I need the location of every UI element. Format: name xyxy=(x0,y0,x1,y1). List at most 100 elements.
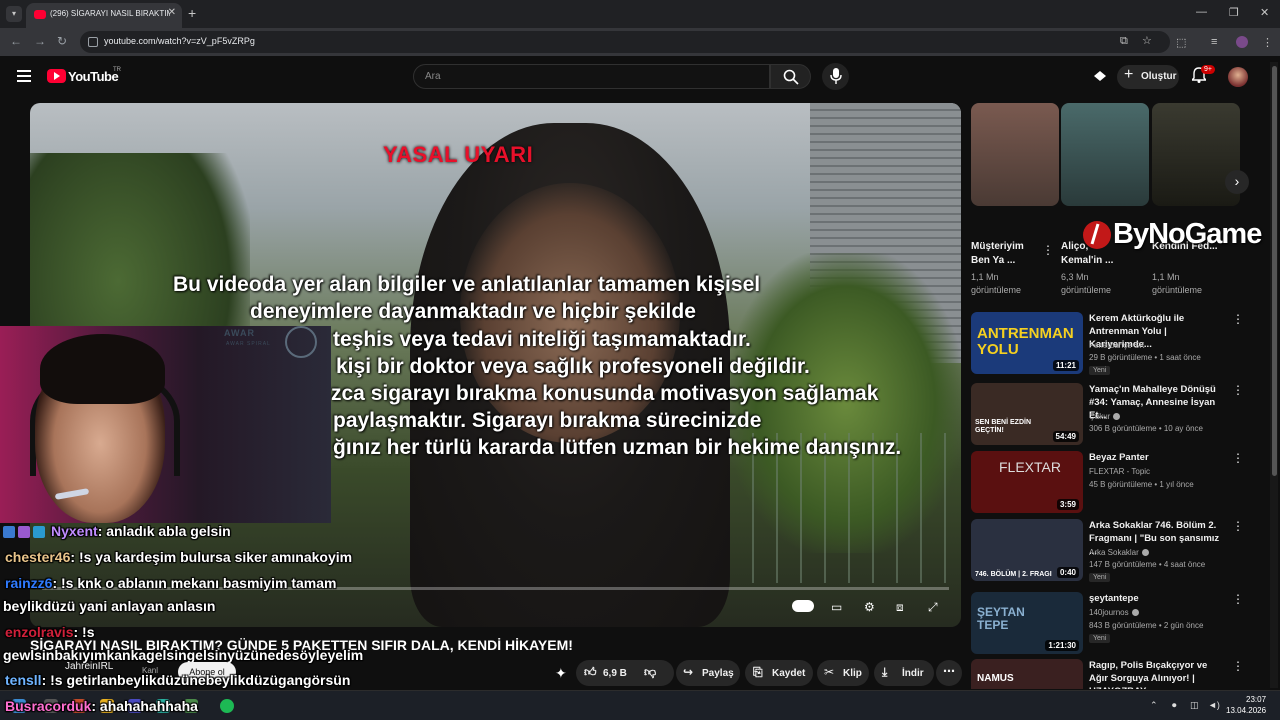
video-title[interactable]: Beyaz Panter xyxy=(1089,451,1224,464)
save-button[interactable]: ⎘ Kaydet xyxy=(745,660,813,686)
more-vert-icon[interactable]: ⋮ xyxy=(1042,243,1054,257)
watermark-text: ByNoGame xyxy=(1113,218,1262,250)
microphone-tray-icon[interactable]: ⏺ xyxy=(1172,700,1177,711)
youtube-logo-text[interactable]: YouTube xyxy=(68,69,119,84)
clip-button[interactable]: ✂ Klip xyxy=(817,660,869,686)
url-text[interactable]: youtube.com/watch?v=zV_pF5vZRPg xyxy=(104,36,255,46)
browser-tab-bar: ▾ (296) SİGARAYI NASIL BIRAKTIM ✕ + — ❐ … xyxy=(0,0,1280,28)
chat-username: tensll xyxy=(5,672,42,688)
like-icon[interactable]: 👍︎ xyxy=(584,665,597,680)
more-vert-icon[interactable]: ⋮ xyxy=(1232,592,1244,606)
scrollbar-thumb[interactable] xyxy=(1272,66,1277,476)
short-views: 1,1 Mn görüntüleme xyxy=(1152,272,1203,295)
channel-name[interactable]: JahreinIRL xyxy=(65,661,113,672)
browser-menu-icon[interactable]: ⋮ xyxy=(1262,36,1273,49)
channel-name[interactable]: Çukur xyxy=(1089,412,1121,421)
video-duration: 1:21:30 xyxy=(1045,640,1079,651)
tab-title: (296) SİGARAYI NASIL BIRAKTIM xyxy=(50,9,170,18)
recommended-video[interactable]: ŞEYTAN TEPE 1:21:30 şeytantepe 140journo… xyxy=(971,592,1244,654)
channel-name[interactable]: FLEXTAR - Topic xyxy=(1089,467,1150,476)
browser-tab[interactable]: (296) SİGARAYI NASIL BIRAKTIM ✕ xyxy=(26,3,182,28)
settings-gear-icon[interactable]: ⚙ xyxy=(864,600,875,614)
tab-close-icon[interactable]: ✕ xyxy=(168,7,176,18)
shorts-next-button[interactable]: › xyxy=(1225,170,1249,194)
video-thumbnail[interactable]: 746. BÖLÜM | 2. FRAGI 0:40 xyxy=(971,519,1083,581)
clock[interactable]: 23:07 13.04.2026 xyxy=(1226,694,1266,716)
video-thumbnail[interactable]: FLEXTAR 3:59 xyxy=(971,451,1083,513)
chat-text: gewlsinbakıyımkankagelsingelsinyüzünedes… xyxy=(3,647,364,663)
bookmark-star-icon[interactable]: ☆ xyxy=(1142,34,1152,47)
subtitles-icon[interactable]: ▭ xyxy=(831,600,842,614)
hamburger-menu-icon[interactable] xyxy=(17,70,31,82)
more-vert-icon[interactable]: ⋮ xyxy=(1232,451,1244,465)
recommended-video[interactable]: 746. BÖLÜM | 2. FRAGI 0:40 Arka Sokaklar… xyxy=(971,519,1244,582)
ask-ai-icon[interactable]: ✦ xyxy=(555,665,567,682)
minimize-icon[interactable]: — xyxy=(1196,6,1207,18)
like-count[interactable]: 6,9 B xyxy=(603,668,627,679)
streamer-hair xyxy=(40,334,165,404)
spotify-icon[interactable] xyxy=(220,699,234,713)
more-vert-icon[interactable]: ⋮ xyxy=(1232,659,1241,673)
short-thumbnail[interactable] xyxy=(1152,103,1240,206)
site-info-icon[interactable] xyxy=(88,37,98,47)
network-icon[interactable]: ◫ xyxy=(1190,700,1199,711)
short-thumbnail[interactable] xyxy=(1061,103,1149,206)
window-close-icon[interactable]: ✕ xyxy=(1260,6,1269,19)
theater-mode-icon[interactable]: ⧈ xyxy=(896,600,904,615)
profile-avatar-icon[interactable] xyxy=(1236,36,1248,48)
video-title[interactable]: Ragıp, Polis Bıçakçıyor ve Ağır Sorguya … xyxy=(1089,659,1224,689)
autoplay-toggle[interactable] xyxy=(792,600,814,612)
install-app-icon[interactable]: ⧉ xyxy=(1120,35,1128,48)
save-label: Kaydet xyxy=(772,668,806,679)
more-vert-icon[interactable]: ⋮ xyxy=(1232,383,1244,397)
recommended-video[interactable]: NAMUS Ragıp, Polis Bıçakçıyor ve Ağır So… xyxy=(971,659,1241,689)
extensions-icon[interactable]: ⬚ xyxy=(1176,36,1186,49)
search-icon xyxy=(783,69,799,85)
reload-icon[interactable]: ↻ xyxy=(57,34,67,48)
short-thumbnail[interactable] xyxy=(971,103,1059,206)
video-title[interactable]: şeytantepe xyxy=(1089,592,1224,605)
youtube-studio-icon[interactable] xyxy=(1093,70,1107,82)
channel-name[interactable]: 140journos xyxy=(1089,608,1139,617)
omnibox[interactable]: youtube.com/watch?v=zV_pF5vZRPg ⧉ ☆ xyxy=(80,31,1170,53)
download-button[interactable]: ⤓ İndir xyxy=(874,660,934,686)
video-thumbnail[interactable]: ANTRENMAN YOLU 11:21 xyxy=(971,312,1083,374)
wall-sign: AWAR xyxy=(224,328,255,338)
share-button[interactable]: ↪ Paylaş xyxy=(676,660,740,686)
video-thumbnail[interactable]: SEN BENİ EZDİN GEÇTİN! 54:49 xyxy=(971,383,1083,445)
wall-sign-sub: AWAR SPIRAL xyxy=(226,341,271,347)
short-title[interactable]: Müşteriyim Ben Ya ... xyxy=(971,240,1041,268)
search-input[interactable]: Ara xyxy=(413,64,770,89)
streamer-webcam: AWAR AWAR SPIRAL xyxy=(0,326,331,523)
channel-name[interactable]: Arka Sokaklar xyxy=(1089,548,1149,557)
badge-icon xyxy=(33,526,45,538)
back-icon[interactable]: ← xyxy=(10,34,22,48)
more-actions-button[interactable]: ⋯ xyxy=(936,660,962,686)
search-button[interactable] xyxy=(770,64,811,89)
channel-name[interactable]: Fenerbahçe SK xyxy=(1089,341,1145,350)
media-controls-icon[interactable]: ≡ xyxy=(1211,36,1217,48)
download-label: İndir xyxy=(902,668,924,679)
account-avatar[interactable] xyxy=(1228,67,1248,87)
recommended-video[interactable]: FLEXTAR 3:59 Beyaz Panter FLEXTAR - Topi… xyxy=(971,451,1244,513)
restore-icon[interactable]: ❐ xyxy=(1229,6,1239,19)
create-button[interactable]: + Oluştur xyxy=(1117,65,1179,89)
video-thumbnail[interactable]: NAMUS xyxy=(971,659,1083,689)
fullscreen-icon[interactable]: ⤢ xyxy=(928,600,938,615)
thumbnail-text: FLEXTAR xyxy=(999,459,1061,475)
recommended-video[interactable]: ANTRENMAN YOLU 11:21 Kerem Aktürkoğlu il… xyxy=(971,312,1244,375)
forward-icon[interactable]: → xyxy=(34,34,46,48)
recommended-video[interactable]: SEN BENİ EZDİN GEÇTİN! 54:49 Yamaç'ın Ma… xyxy=(971,383,1244,445)
video-thumbnail[interactable]: ŞEYTAN TEPE 1:21:30 xyxy=(971,592,1083,654)
tab-search-button[interactable]: ▾ xyxy=(6,6,22,22)
new-tab-button[interactable]: + xyxy=(188,5,196,21)
tray-chevron-icon[interactable]: ⌃ xyxy=(1150,700,1158,711)
chat-message: Busracorduk: ahahahahhaha xyxy=(5,698,198,714)
dislike-icon[interactable]: 👎︎ xyxy=(644,665,656,680)
verified-icon xyxy=(1131,609,1139,617)
more-vert-icon[interactable]: ⋮ xyxy=(1232,312,1244,326)
volume-icon[interactable]: ◄) xyxy=(1208,700,1220,710)
more-vert-icon[interactable]: ⋮ xyxy=(1232,519,1244,533)
youtube-logo-icon[interactable] xyxy=(47,69,66,83)
voice-search-button[interactable] xyxy=(822,63,849,90)
